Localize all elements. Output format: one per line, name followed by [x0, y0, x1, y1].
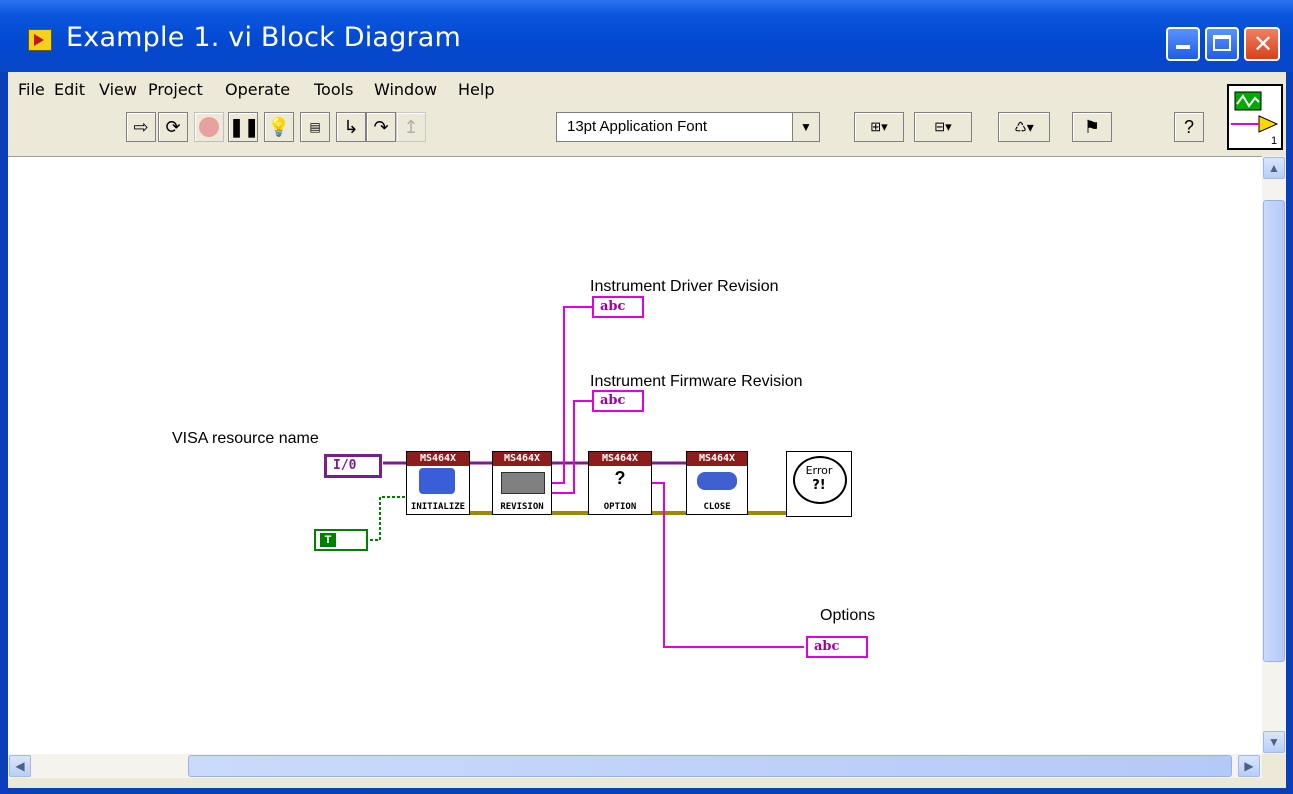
application-window: Example 1. vi Block Diagram ✕ File Edit … [0, 0, 1293, 794]
firmware-rev-indicator[interactable]: abc [592, 390, 644, 412]
window-title: Example 1. vi Block Diagram [66, 22, 462, 53]
options-indicator[interactable]: abc [806, 636, 868, 658]
node-header: MS464X [589, 452, 651, 466]
vertical-scrollbar[interactable]: ▲ ▼ [1262, 156, 1286, 754]
driver-rev-wire [552, 306, 592, 484]
visa-control-glyph: I/0 [333, 458, 357, 473]
svg-text:1: 1 [1271, 135, 1277, 147]
options-label: Options [820, 607, 876, 624]
instrument-icon [501, 472, 545, 494]
distribute-objects-icon[interactable]: ⊟▾ [914, 112, 972, 142]
string-indicator-glyph: abc [600, 299, 626, 314]
initialize-icon [419, 468, 455, 494]
retain-wire-values-icon[interactable]: ▤ [300, 112, 330, 142]
menu-view[interactable]: View [99, 80, 137, 99]
menu-window[interactable]: Window [374, 80, 437, 99]
menu-bar: File Edit View Project Operate Tools Win… [8, 72, 1218, 108]
font-selector[interactable]: 13pt Application Font ▼ [556, 112, 820, 142]
initialize-label: INITIALIZE [410, 502, 466, 512]
driver-rev-indicator[interactable]: abc [592, 296, 644, 318]
error-text: Error [805, 464, 833, 477]
pause-button[interactable]: ❚❚ [228, 112, 259, 142]
menu-file[interactable]: File [18, 80, 45, 99]
highlight-execution-icon[interactable]: 💡 [264, 112, 294, 142]
run-button[interactable]: ⇨ [126, 112, 156, 142]
visa-resource-control[interactable]: I/0 [324, 454, 382, 478]
labview-icon [28, 29, 52, 51]
scroll-right-icon[interactable]: ▶ [1238, 755, 1260, 777]
horizontal-scroll-thumb[interactable] [188, 755, 1232, 777]
font-selector-value: 13pt Application Font [567, 118, 708, 135]
abort-button[interactable] [194, 112, 224, 142]
toolbar: ⇨ ⟳ ❚❚ 💡 ▤ ↳ ↷ ↥ 13pt Application Font ▼… [8, 108, 1218, 148]
step-over-icon[interactable]: ↷ [366, 112, 396, 142]
driver-rev-label: Instrument Driver Revision [590, 278, 779, 295]
menu-operate[interactable]: Operate [225, 80, 290, 99]
node-header: MS464X [493, 452, 551, 466]
scroll-down-icon[interactable]: ▼ [1263, 731, 1285, 753]
menu-edit[interactable]: Edit [54, 80, 85, 99]
clean-up-diagram-icon[interactable]: ⚑ [1072, 112, 1112, 142]
reset-bool-control[interactable]: T [314, 529, 368, 551]
error-handler-node[interactable]: Error ?! [786, 451, 852, 517]
step-into-icon[interactable]: ↳ [336, 112, 366, 142]
maximize-button[interactable] [1205, 27, 1239, 61]
revision-label: REVISION [500, 502, 544, 512]
close-node[interactable]: MS464X CLOSE [686, 451, 748, 515]
initialize-node[interactable]: MS464X INITIALIZE [406, 451, 470, 515]
scroll-up-icon[interactable]: ▲ [1263, 157, 1285, 179]
scroll-left-icon[interactable]: ◀ [9, 755, 31, 777]
horizontal-scrollbar[interactable]: ◀ ▶ [8, 754, 1262, 778]
option-node[interactable]: MS464X ? OPTION [588, 451, 652, 515]
disconnect-icon [697, 472, 737, 490]
error-glyph: ?! [812, 478, 826, 493]
vertical-scroll-thumb[interactable] [1263, 200, 1285, 662]
client-area: File Edit View Project Operate Tools Win… [8, 72, 1286, 788]
bool-glyph: T [320, 533, 336, 547]
close-button[interactable]: ✕ [1244, 27, 1280, 61]
node-header: MS464X [687, 452, 747, 466]
minimize-button[interactable] [1166, 27, 1200, 61]
run-continuously-button[interactable]: ⟳ [158, 112, 188, 142]
block-diagram-canvas[interactable]: Instrument Driver Revision Instrument Fi… [8, 156, 1262, 755]
reorder-icon[interactable]: ♺▾ [998, 112, 1050, 142]
chevron-down-icon[interactable]: ▼ [792, 113, 819, 141]
firmware-rev-label: Instrument Firmware Revision [590, 373, 803, 390]
title-bar[interactable]: Example 1. vi Block Diagram ✕ [0, 0, 1293, 72]
string-indicator-glyph: abc [600, 393, 626, 408]
string-indicator-glyph: abc [814, 639, 840, 654]
revision-node[interactable]: MS464X REVISION [492, 451, 552, 515]
align-objects-icon[interactable]: ⊞▾ [854, 112, 904, 142]
visa-label: VISA resource name [172, 430, 319, 447]
step-out-icon[interactable]: ↥ [396, 112, 426, 142]
vi-icon[interactable]: 1 [1227, 84, 1283, 150]
firmware-rev-wire [552, 400, 592, 494]
node-header: MS464X [407, 452, 469, 466]
menu-tools[interactable]: Tools [314, 80, 353, 99]
option-label: OPTION [603, 502, 637, 512]
close-label: CLOSE [703, 502, 731, 512]
question-icon: ? [614, 468, 626, 488]
menu-help[interactable]: Help [458, 80, 494, 99]
bool-wire [370, 496, 406, 541]
menu-project[interactable]: Project [148, 80, 203, 99]
help-icon[interactable]: ? [1174, 112, 1204, 142]
resize-grip-icon[interactable] [1264, 756, 1284, 776]
